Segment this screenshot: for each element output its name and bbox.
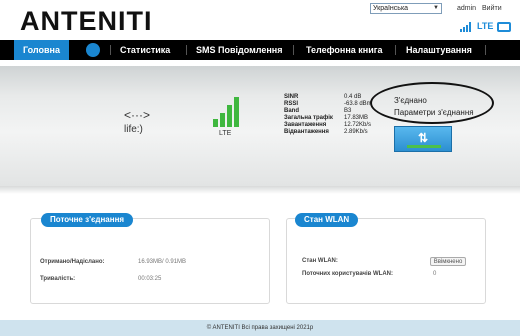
tab-settings[interactable]: Налаштування bbox=[406, 40, 472, 60]
connection-indicator bbox=[407, 145, 441, 148]
language-select[interactable]: Українська ▼ bbox=[370, 3, 442, 14]
panel-title: Поточне з'єднання bbox=[41, 213, 134, 227]
metric-row: Відвантаження 2.89Kb/s bbox=[284, 129, 368, 135]
operator-code-icon: <···> bbox=[124, 108, 151, 122]
signal-strength-icon bbox=[460, 22, 471, 32]
status-panel-shadow bbox=[0, 186, 520, 194]
tab-sms[interactable]: SMS Повідомлення bbox=[196, 40, 282, 60]
metric-row: Band B3 bbox=[284, 108, 352, 114]
metric-row: Завантаження 12.72Kb/s bbox=[284, 122, 372, 128]
nav-divider bbox=[293, 45, 294, 55]
main-nav: Головна Статистика SMS Повідомлення Теле… bbox=[0, 40, 520, 60]
brand-logo: ANTENITI bbox=[20, 6, 153, 36]
language-select-value: Українська bbox=[373, 5, 409, 12]
transfer-arrows-icon: ⇅ bbox=[418, 131, 429, 145]
network-type-badge: LTE bbox=[477, 21, 494, 31]
tab-statistics[interactable]: Статистика bbox=[120, 40, 170, 60]
lte-label: LTE bbox=[219, 130, 232, 137]
connect-button[interactable]: ⇅ bbox=[394, 126, 452, 152]
device-icon bbox=[497, 22, 511, 32]
lte-signal-bars-icon bbox=[213, 97, 239, 127]
rx-tx-label: Отримано/Надіслано: bbox=[40, 259, 105, 265]
operator-name: life:) bbox=[124, 124, 143, 135]
wlan-state-badge: Ввімкнено bbox=[430, 257, 466, 266]
nav-divider bbox=[186, 45, 187, 55]
metric-row: RSSI -63.8 dBm bbox=[284, 101, 372, 107]
footer: © ANTENITI Всі права захищені 2021р bbox=[0, 320, 520, 336]
rx-tx-value: 16.93MB/ 0.91MB bbox=[138, 259, 187, 265]
nav-divider bbox=[395, 45, 396, 55]
tab-home[interactable]: Головна bbox=[14, 40, 69, 60]
wlan-state-label: Стан WLAN: bbox=[302, 258, 338, 264]
signal-metrics: SINR 0.4 dB RSSI -63.8 dBm Band B3 Загальна… bbox=[284, 94, 372, 136]
highlight-ellipse bbox=[370, 82, 494, 124]
wlan-users-label: Поточних користувачів WLAN: bbox=[302, 271, 394, 277]
metric-row: Загальна трафік 17.83MB bbox=[284, 115, 369, 121]
logout-link[interactable]: Вийти bbox=[482, 5, 502, 12]
nav-divider bbox=[110, 45, 111, 55]
chevron-down-icon: ▼ bbox=[433, 5, 439, 11]
wlan-users-value: 0 bbox=[433, 271, 437, 277]
tab-phonebook[interactable]: Телефонна книга bbox=[306, 40, 383, 60]
panel-title: Стан WLAN bbox=[295, 213, 359, 227]
nav-divider bbox=[485, 45, 486, 55]
user-name: admin bbox=[457, 5, 477, 12]
metric-row: SINR 0.4 dB bbox=[284, 94, 362, 100]
phone-icon[interactable] bbox=[86, 43, 100, 57]
duration-value: 00:03:25 bbox=[138, 276, 162, 282]
duration-label: Тривалість: bbox=[40, 276, 76, 282]
